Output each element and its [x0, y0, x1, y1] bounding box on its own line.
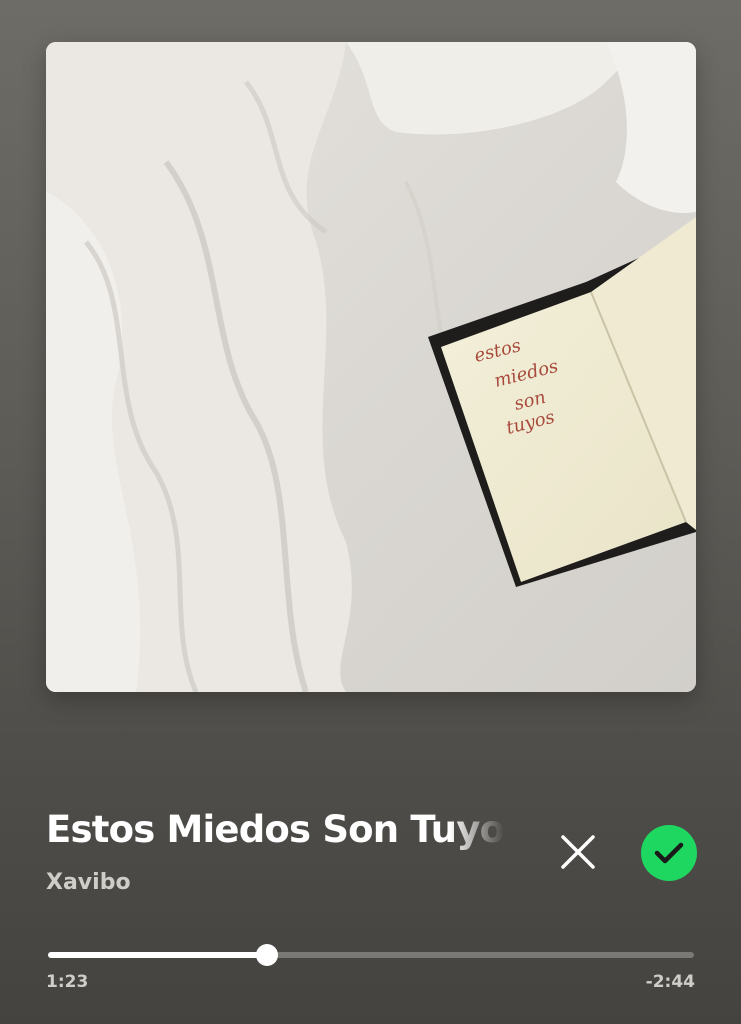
track-title: Estos Miedos Son Tuyos: [46, 808, 504, 851]
dislike-button[interactable]: [556, 830, 600, 874]
album-cover-image: estos miedos son tuyos: [46, 42, 696, 692]
progress-fill: [48, 952, 267, 958]
liked-button[interactable]: [641, 825, 697, 881]
progress-bar[interactable]: [48, 944, 694, 966]
time-elapsed: 1:23: [46, 972, 89, 992]
check-circle-icon: [654, 842, 684, 864]
track-artist[interactable]: Xavibo: [46, 870, 131, 895]
progress-thumb[interactable]: [255, 944, 278, 966]
album-art: estos miedos son tuyos: [46, 42, 696, 692]
close-icon: [561, 835, 595, 869]
time-remaining: -2:44: [645, 972, 695, 992]
